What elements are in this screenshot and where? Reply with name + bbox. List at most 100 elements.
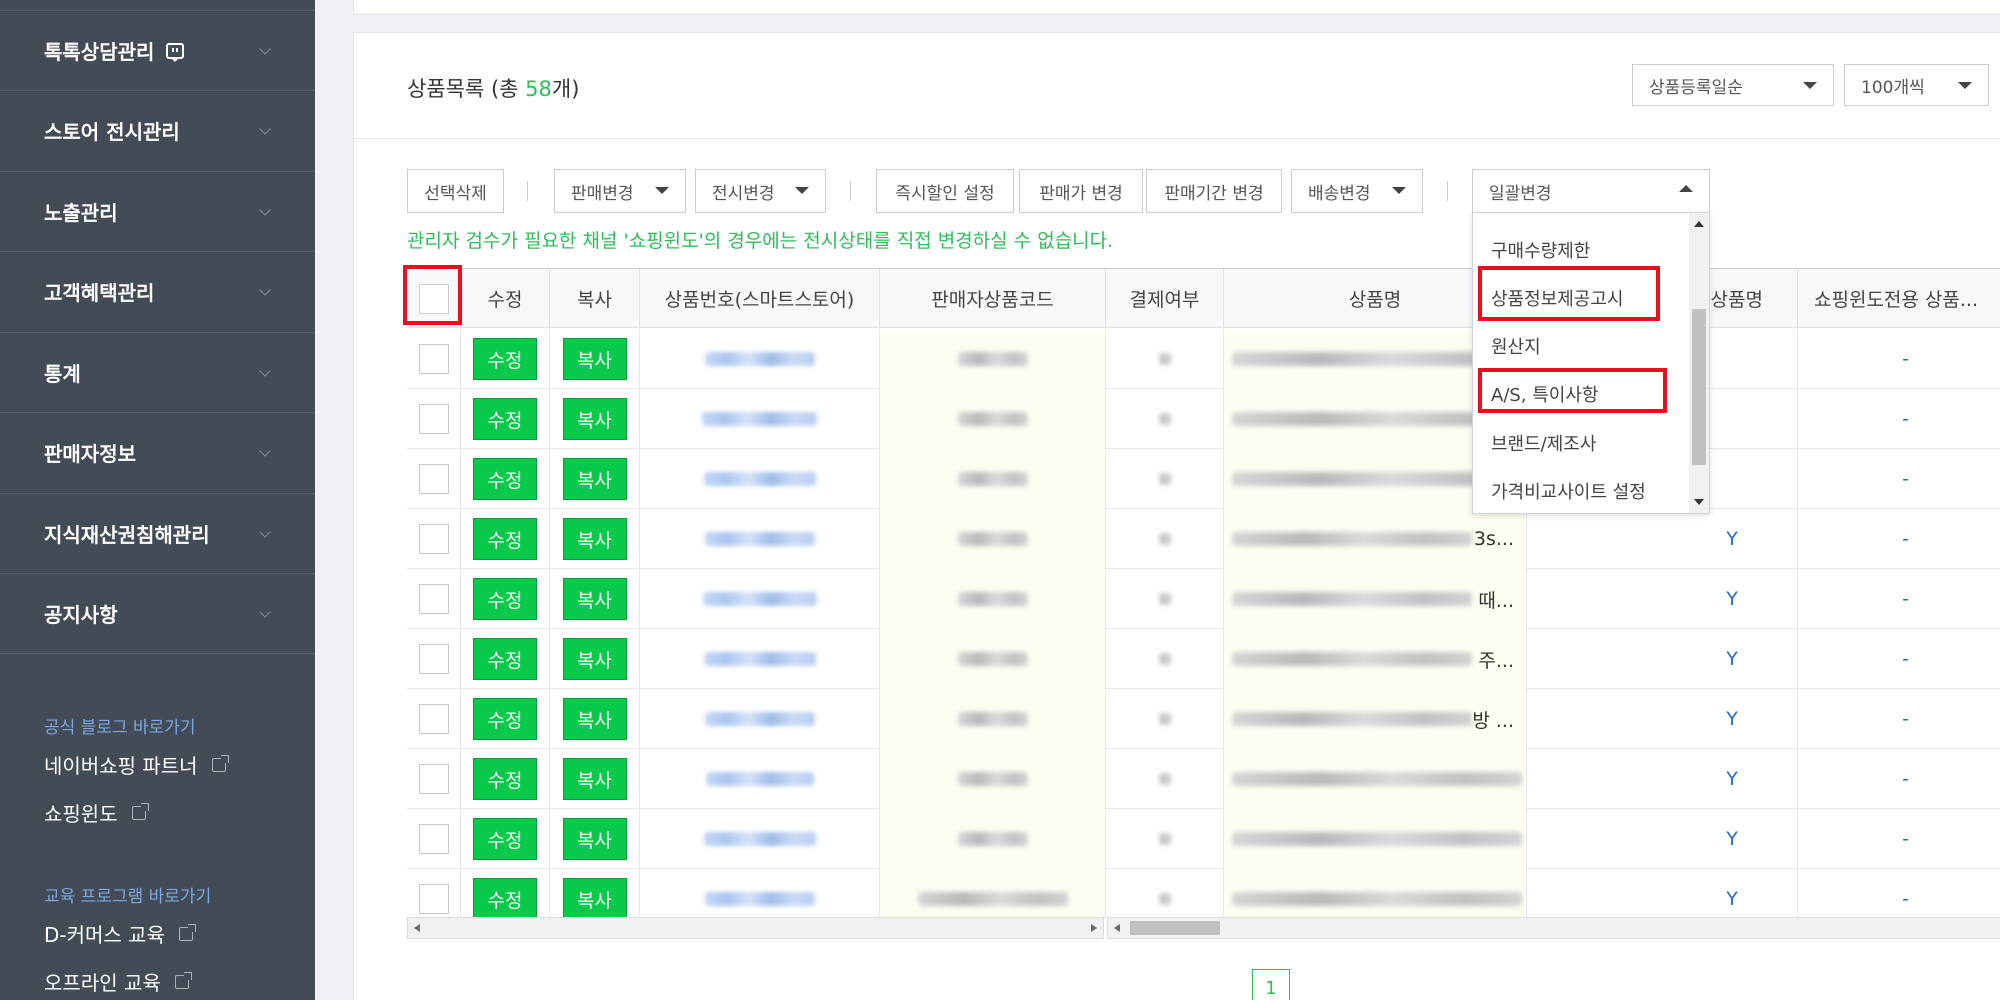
product-number-cell[interactable]	[640, 569, 880, 629]
edit-button[interactable]: 수정	[473, 758, 537, 800]
previous-panel	[353, 0, 2000, 15]
edit-button[interactable]: 수정	[473, 518, 537, 560]
copy-button[interactable]: 복사	[562, 818, 627, 860]
payment-redacted	[1158, 713, 1171, 725]
payment-redacted	[1158, 653, 1171, 665]
display-flag-cell: Y	[1527, 629, 1798, 689]
option-purchase-limit[interactable]: 구매수량제한	[1491, 237, 1590, 263]
shopping-window-cell: -	[1902, 528, 1909, 550]
scrollbar-thumb[interactable]	[1692, 309, 1706, 465]
sidebar-item-statistics[interactable]: 통계	[0, 332, 315, 412]
option-brand-maker[interactable]: 브랜드/제조사	[1491, 430, 1596, 456]
product-name-redacted	[1232, 712, 1472, 726]
copy-button[interactable]: 복사	[562, 638, 627, 680]
product-number-redacted	[704, 532, 815, 546]
scroll-right-icon[interactable]	[1091, 924, 1097, 932]
product-number-cell[interactable]	[640, 689, 880, 749]
naver-shopping-partner-link[interactable]: 네이버쇼핑 파트너	[44, 750, 229, 779]
scrollbar-thumb[interactable]	[1130, 921, 1220, 935]
edit-button[interactable]: 수정	[473, 878, 537, 918]
copy-cell: 복사	[550, 509, 640, 569]
header-edit: 수정	[461, 269, 550, 328]
edit-button[interactable]: 수정	[473, 338, 537, 380]
copy-button[interactable]: 복사	[562, 578, 627, 620]
product-number-cell[interactable]	[640, 389, 880, 449]
instant-discount-button[interactable]: 즉시할인 설정	[876, 169, 1014, 213]
offline-edu-link[interactable]: 오프라인 교육	[44, 967, 192, 996]
scroll-down-icon[interactable]	[1694, 499, 1704, 505]
scroll-left-icon[interactable]	[414, 924, 420, 932]
scroll-up-icon[interactable]	[1694, 221, 1704, 227]
chevron-down-icon	[259, 364, 271, 377]
left-horizontal-scrollbar[interactable]	[407, 917, 1104, 939]
sidebar-item-notices[interactable]: 공지사항	[0, 573, 315, 653]
scroll-left-icon[interactable]	[1114, 924, 1120, 932]
product-number-cell[interactable]	[640, 869, 880, 918]
product-number-cell[interactable]	[640, 629, 880, 689]
sidebar-item-label: 지식재산권침해관리	[44, 523, 210, 547]
product-number-cell[interactable]	[640, 809, 880, 869]
option-as-notes[interactable]: A/S, 특이사항	[1491, 381, 1599, 407]
sale-change-dropdown[interactable]: 판매변경	[554, 169, 686, 213]
delete-selected-button[interactable]: 선택삭제	[407, 169, 504, 213]
option-price-compare[interactable]: 가격비교사이트 설정	[1491, 478, 1646, 504]
select-all-checkbox[interactable]	[418, 283, 449, 314]
row-checkbox[interactable]	[418, 824, 449, 854]
edit-button[interactable]: 수정	[473, 578, 537, 620]
row-checkbox[interactable]	[418, 464, 449, 494]
seller-code-cell	[880, 389, 1106, 449]
d-commerce-edu-link[interactable]: D-커머스 교육	[44, 919, 196, 948]
row-checkbox-cell	[407, 869, 461, 918]
option-product-info-notice[interactable]: 상품정보제공고시	[1491, 285, 1623, 311]
product-number-cell[interactable]	[640, 509, 880, 569]
shopping-window-link[interactable]: 쇼핑윈도	[44, 798, 149, 827]
display-change-dropdown[interactable]: 전시변경	[695, 169, 826, 213]
seller-code-cell	[880, 569, 1106, 629]
page-button-current[interactable]: 1	[1252, 969, 1290, 1000]
copy-button[interactable]: 복사	[562, 878, 627, 918]
row-checkbox[interactable]	[418, 524, 449, 554]
sidebar-item-customer-benefit[interactable]: 고객혜택관리	[0, 251, 315, 331]
sidebar-item-store-display[interactable]: 스토어 전시관리	[0, 90, 315, 170]
sidebar-item-ip-infringement[interactable]: 지식재산권침해관리	[0, 493, 315, 573]
bulk-change-dropdown[interactable]: 일괄변경	[1472, 169, 1710, 213]
sort-select[interactable]: 상품등록일순	[1632, 64, 1834, 106]
copy-button[interactable]: 복사	[562, 458, 627, 500]
copy-button[interactable]: 복사	[562, 338, 627, 380]
copy-button[interactable]: 복사	[562, 758, 627, 800]
payment-redacted	[1158, 593, 1171, 605]
shipping-change-dropdown[interactable]: 배송변경	[1291, 169, 1423, 213]
row-checkbox[interactable]	[418, 704, 449, 734]
payment-cell	[1106, 749, 1224, 809]
seller-code-redacted	[917, 892, 1068, 906]
edit-button[interactable]: 수정	[473, 458, 537, 500]
row-checkbox[interactable]	[418, 344, 449, 374]
edit-button[interactable]: 수정	[473, 638, 537, 680]
edit-button[interactable]: 수정	[473, 698, 537, 740]
sidebar-item-seller-info[interactable]: 판매자정보	[0, 412, 315, 492]
page-size-select[interactable]: 100개씩	[1844, 64, 1989, 106]
right-horizontal-scrollbar[interactable]	[1107, 917, 2000, 939]
row-checkbox[interactable]	[418, 644, 449, 674]
copy-button[interactable]: 복사	[562, 398, 627, 440]
period-change-button[interactable]: 판매기간 변경	[1146, 169, 1282, 213]
product-number-cell[interactable]	[640, 449, 880, 509]
product-number-cell[interactable]	[640, 329, 880, 389]
row-checkbox[interactable]	[418, 404, 449, 434]
options-scrollbar[interactable]	[1689, 213, 1709, 513]
sidebar-item-exposure[interactable]: 노출관리	[0, 171, 315, 251]
option-origin[interactable]: 원산지	[1491, 333, 1541, 359]
edit-button[interactable]: 수정	[473, 818, 537, 860]
copy-button[interactable]: 복사	[562, 698, 627, 740]
row-checkbox[interactable]	[418, 884, 449, 914]
row-checkbox[interactable]	[418, 584, 449, 614]
copy-button[interactable]: 복사	[562, 518, 627, 560]
sidebar-item-talktalk[interactable]: 톡톡상담관리	[0, 10, 315, 90]
link-label: 오프라인 교육	[44, 971, 161, 995]
button-label: 일괄변경	[1489, 183, 1552, 204]
edit-button[interactable]: 수정	[473, 398, 537, 440]
price-change-button[interactable]: 판매가 변경	[1019, 169, 1143, 213]
product-number-cell[interactable]	[640, 749, 880, 809]
payment-cell	[1106, 809, 1224, 869]
row-checkbox[interactable]	[418, 764, 449, 794]
